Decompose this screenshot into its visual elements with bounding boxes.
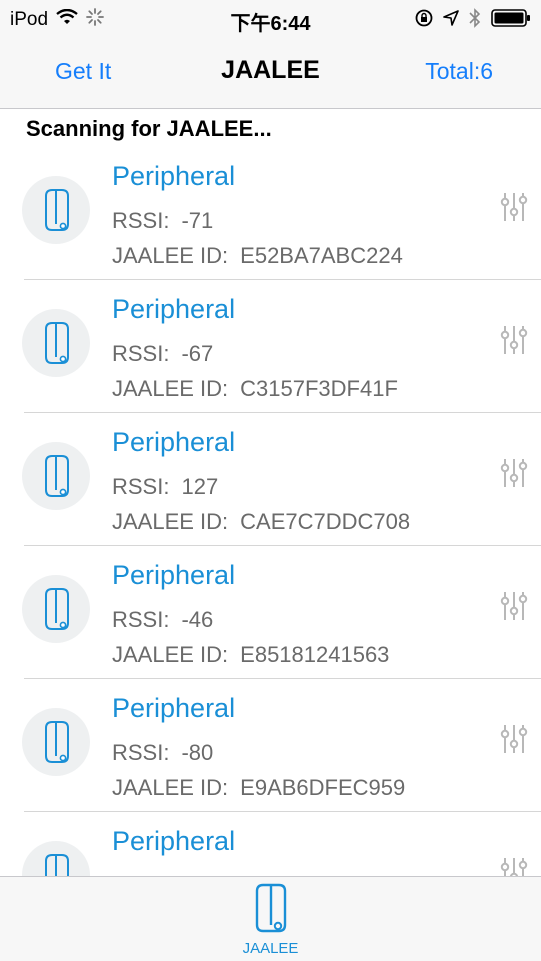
device-rssi: RSSI: -67: [112, 341, 213, 367]
device-rssi: RSSI: -71: [112, 208, 213, 234]
id-value: E85181241563: [240, 642, 390, 667]
tab-jaalee[interactable]: [0, 881, 541, 942]
sliders-icon[interactable]: [498, 457, 530, 489]
rssi-label: RSSI:: [112, 474, 170, 499]
location-icon: [443, 10, 459, 31]
rssi-value: 127: [181, 474, 219, 499]
sliders-icon[interactable]: [498, 191, 530, 223]
rssi-value: -71: [181, 208, 214, 233]
device-id: JAALEE ID: C3157F3DF41F: [112, 376, 398, 402]
bluetooth-icon: [469, 8, 481, 33]
device-rssi: RSSI: -80: [112, 740, 213, 766]
navigation-bar: Get It JAALEE Total:6: [0, 36, 541, 109]
tag-icon: [45, 854, 69, 876]
id-label: JAALEE ID:: [112, 642, 229, 667]
lock-rotation-icon: [415, 9, 433, 32]
device-list: Peripheral RSSI: -71 JAALEE ID: E52BA7ABC2…: [0, 147, 541, 876]
rssi-label: RSSI:: [112, 740, 170, 765]
device-id: JAALEE ID: E52BA7ABC224: [112, 243, 403, 269]
device-name: Peripheral: [112, 427, 236, 457]
id-value: E52BA7ABC224: [240, 243, 403, 268]
rssi-label: RSSI:: [112, 341, 170, 366]
device-row[interactable]: Peripheral RSSI: -71 JAALEE ID: E52BA7ABC2…: [0, 147, 541, 280]
device-rssi: RSSI: 127: [112, 474, 218, 500]
status-bar: iPod 下午6:44: [0, 0, 541, 36]
id-value: C3157F3DF41F: [240, 376, 398, 401]
tab-label: JAALEE: [242, 940, 299, 957]
sliders-icon[interactable]: [498, 723, 530, 755]
device-id: JAALEE ID: CAE7C7DDC708: [112, 509, 410, 535]
scanning-status: Scanning for JAALEE...: [26, 116, 272, 141]
device-avatar: [22, 442, 90, 510]
device-row[interactable]: Peripheral: [0, 812, 541, 876]
id-value: E9AB6DFEC959: [240, 775, 406, 800]
device-row[interactable]: Peripheral RSSI: -80 JAALEE ID: E9AB6DFEC9…: [0, 679, 541, 812]
id-label: JAALEE ID:: [112, 775, 229, 800]
rssi-label: RSSI:: [112, 208, 170, 233]
tab-bar: JAALEE: [0, 876, 541, 961]
id-value: CAE7C7DDC708: [240, 509, 411, 534]
device-id: JAALEE ID: E9AB6DFEC959: [112, 775, 405, 801]
device-avatar: [22, 176, 90, 244]
device-rssi: RSSI: -46: [112, 607, 213, 633]
device-name: Peripheral: [112, 826, 236, 856]
id-label: JAALEE ID:: [112, 376, 229, 401]
device-avatar: [22, 841, 90, 876]
device-name: Peripheral: [112, 693, 236, 723]
tag-icon: [45, 455, 69, 497]
battery-icon: [491, 9, 531, 32]
sliders-icon[interactable]: [498, 590, 530, 622]
device-avatar: [22, 309, 90, 377]
tag-icon: [45, 721, 69, 763]
device-name: Peripheral: [112, 560, 236, 590]
device-list-view[interactable]: Scanning for JAALEE... Peripheral RSSI: -…: [0, 109, 541, 876]
device-row[interactable]: Peripheral RSSI: 127 JAALEE ID: CAE7C7DDC7…: [0, 413, 541, 546]
device-name: Peripheral: [112, 161, 236, 191]
device-row[interactable]: Peripheral RSSI: -67 JAALEE ID: C3157F3DF4…: [0, 280, 541, 413]
id-label: JAALEE ID:: [112, 243, 229, 268]
total-button[interactable]: Total:6: [425, 58, 493, 85]
rssi-value: -46: [181, 607, 214, 632]
device-avatar: [22, 708, 90, 776]
tag-icon: [45, 588, 69, 630]
device-avatar: [22, 575, 90, 643]
device-name: Peripheral: [112, 294, 236, 324]
device-row[interactable]: Peripheral RSSI: -46 JAALEE ID: E851812415…: [0, 546, 541, 679]
tag-icon: [45, 322, 69, 364]
sliders-icon[interactable]: [498, 856, 530, 876]
id-label: JAALEE ID:: [112, 509, 229, 534]
tag-icon: [255, 883, 286, 933]
tag-icon: [45, 189, 69, 231]
rssi-value: -67: [181, 341, 214, 366]
sliders-icon[interactable]: [498, 324, 530, 356]
rssi-label: RSSI:: [112, 607, 170, 632]
rssi-value: -80: [181, 740, 214, 765]
device-id: JAALEE ID: E85181241563: [112, 642, 389, 668]
